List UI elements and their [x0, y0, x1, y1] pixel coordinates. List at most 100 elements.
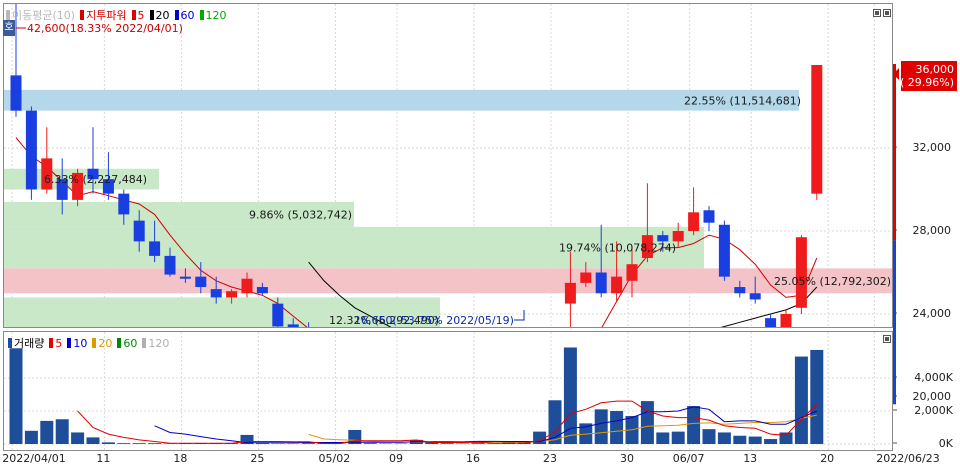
candle-body — [164, 255, 176, 275]
candle-body — [241, 278, 253, 294]
candle-body — [149, 241, 161, 256]
volume-bar — [810, 349, 824, 444]
volume-ytick-label: 0K — [939, 437, 954, 450]
volume-profile-label: 25.05% (12,792,302) — [774, 275, 891, 288]
volume-profile-band — [4, 268, 892, 294]
volume-bar — [748, 436, 762, 444]
x-axis-label: 25 — [250, 452, 265, 465]
candle-body — [734, 287, 746, 294]
volume-bar — [255, 443, 269, 444]
volume-bar — [71, 432, 85, 444]
candle-body — [564, 282, 576, 304]
volume-bar — [24, 430, 38, 444]
low-price-annotation: 16,650(-53.75% 2022/05/19) — [354, 314, 514, 327]
price-ytick-label: 28,000 — [913, 224, 952, 237]
candle-body — [749, 293, 761, 300]
volume-bar — [117, 443, 131, 444]
x-axis-label: 11 — [96, 452, 111, 465]
legend-stock-name: 지투파워 — [86, 9, 127, 22]
price-ytick-label: 24,000 — [913, 307, 952, 320]
low-marker-line — [514, 310, 525, 321]
legend-vma5: 5 — [55, 336, 63, 350]
volume-panel-close-icon[interactable] — [883, 335, 891, 343]
legend-swatch-volume — [8, 338, 12, 348]
price-panel-close-icon[interactable] — [883, 9, 891, 17]
candle-body — [626, 264, 638, 281]
legend-vma10: 10 — [73, 336, 88, 350]
x-axis-label: 18 — [173, 452, 188, 465]
x-axis-label: 06/07 — [672, 452, 705, 465]
volume-chart-panel[interactable]: 거래량 5 10 20 60 120 — [3, 331, 893, 451]
legend-swatch-vma120 — [142, 338, 147, 348]
legend-ma120: 120 — [205, 8, 227, 22]
candle-body — [611, 276, 623, 294]
price-chart-panel[interactable]: 22.55% (11,514,681) 6.33% (2,227,484) 9.86… — [3, 3, 893, 328]
volume-bar — [671, 431, 685, 444]
volume-bar — [764, 439, 778, 444]
price-strip-down — [893, 240, 896, 405]
legend-vma20: 20 — [98, 336, 113, 350]
legend-swatch-ma120 — [199, 10, 204, 20]
x-axis-label: 20 — [820, 452, 835, 465]
volume-ytick-label: 4,000K — [914, 371, 953, 384]
x-axis-label: 16 — [466, 452, 480, 465]
volume-profile-band — [4, 89, 799, 111]
price-panel-maximize-icon[interactable] — [873, 9, 881, 17]
x-axis-label: 2022/04/01 — [2, 452, 66, 465]
price-ytick-label: 20,000 — [913, 390, 952, 403]
volume-profile-label: 19.74% (10,078,274) — [559, 242, 676, 255]
candle-body — [672, 231, 684, 242]
price-legend: 이동평균(10) 지투파워 5 20 60 120 — [6, 7, 227, 23]
legend-ma60: 60 — [180, 8, 195, 22]
volume-bar — [779, 432, 793, 444]
volume-bar — [55, 419, 69, 444]
volume-bar — [440, 443, 454, 444]
vma10-line — [154, 406, 817, 444]
legend-swatch-stock — [80, 10, 85, 20]
candle-body — [703, 210, 715, 223]
volume-bar — [101, 442, 115, 444]
legend-vma60: 60 — [123, 336, 138, 350]
candle-body — [688, 212, 700, 231]
candle-body — [179, 276, 191, 279]
legend-ma10: 이동평균(10) — [12, 9, 76, 22]
volume-bar — [40, 420, 54, 444]
legend-swatch-vma10 — [67, 338, 72, 348]
volume-profile-label: 9.86% (5,032,742) — [249, 208, 352, 221]
x-axis-label: 2022/06/23 — [876, 452, 940, 465]
volume-bar — [132, 443, 146, 444]
volume-bar — [687, 406, 701, 444]
candle-body — [118, 193, 130, 215]
x-axis-label: 09 — [389, 452, 403, 465]
price-chart[interactable]: 22.55% (11,514,681) 6.33% (2,227,484) 9.86… — [4, 4, 892, 327]
high-price-annotation: 42,600(18.33% 2022/04/01) — [27, 22, 183, 35]
candle-body — [580, 272, 592, 283]
side-tab[interactable]: 호 — [3, 20, 15, 36]
volume-bar — [9, 348, 23, 444]
candle-body — [287, 324, 299, 327]
candle-body — [133, 220, 145, 242]
x-axis-label: 30 — [620, 452, 634, 465]
volume-bar — [702, 429, 716, 444]
volume-bar — [610, 411, 624, 444]
legend-vma120: 120 — [148, 336, 170, 350]
current-price-value: 36,000 — [916, 63, 955, 76]
candle-body — [10, 75, 22, 111]
current-price-change: ( 29.96%) — [900, 76, 954, 89]
volume-bar — [86, 437, 100, 444]
legend-swatch-vma20 — [92, 338, 97, 348]
volume-bar — [717, 432, 731, 444]
legend-swatch-vma5 — [49, 338, 54, 348]
volume-bar — [363, 443, 377, 444]
legend-swatch-ma60 — [174, 10, 179, 20]
candle-body — [210, 289, 222, 298]
legend-volume-title: 거래량 — [14, 337, 45, 350]
legend-swatch-ma5 — [131, 10, 136, 20]
volume-bar — [733, 435, 747, 444]
volume-bar — [794, 356, 808, 444]
candle-body — [795, 237, 807, 308]
price-strip-up — [893, 64, 896, 241]
volume-profile-label: 22.55% (11,514,681) — [684, 94, 801, 107]
legend-swatch-vma60 — [117, 338, 122, 348]
volume-bar — [656, 432, 670, 444]
